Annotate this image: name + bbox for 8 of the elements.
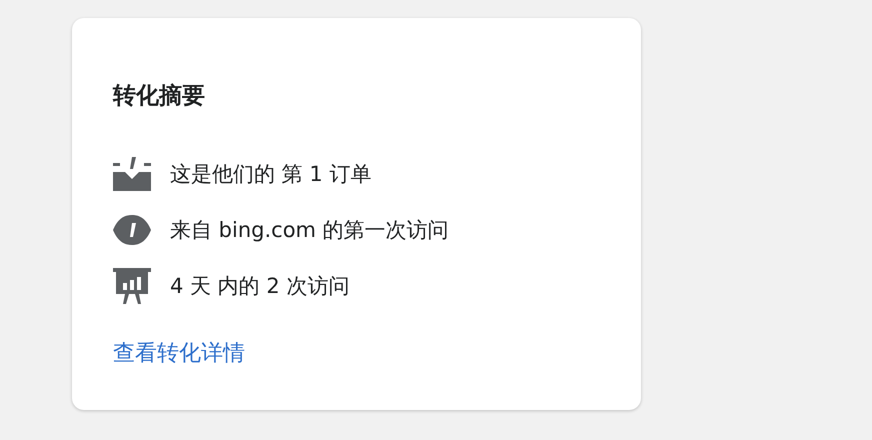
inbox-icon — [113, 157, 151, 191]
details-link[interactable]: 查看转化详情 — [113, 338, 245, 368]
summary-text: 4 天 内的 2 次访问 — [170, 273, 350, 300]
summary-text: 这是他们的 第 1 订单 — [170, 161, 372, 188]
chart-board-icon — [113, 268, 151, 304]
card-title: 转化摘要 — [113, 82, 206, 110]
summary-text: 来自 bing.com 的第一次访问 — [170, 217, 449, 244]
eye-icon — [113, 215, 151, 245]
